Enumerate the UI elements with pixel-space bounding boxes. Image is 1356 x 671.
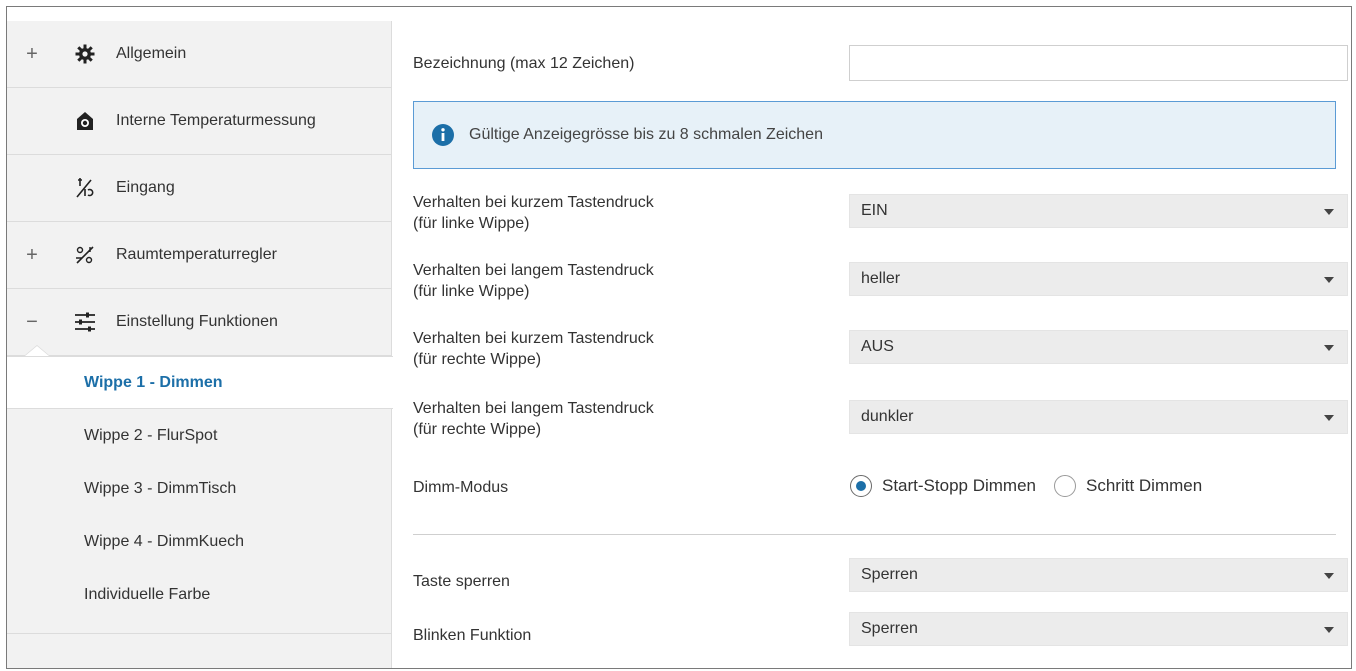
setting-label: Verhalten bei langem Tastendruck (für rec… [413,400,654,438]
setting-row-long-left: Verhalten bei langem Tastendruck (für lin… [413,257,1351,301]
chevron-down-icon [1324,209,1334,215]
setting-row-long-right: Verhalten bei langem Tastendruck (für rec… [413,395,1351,439]
lock-key-label: Taste sperren [413,573,510,590]
dimm-mode-row: Dimm-Modus Start-Stopp Dimmen Schritt Di… [413,467,1351,507]
lock-key-row: Taste sperren Sperren [413,558,1351,602]
info-icon [432,124,454,146]
short-press-right-select[interactable]: AUS [849,330,1348,364]
name-row: Bezeichnung (max 12 Zeichen) [413,43,1351,83]
thermometer-house-icon [73,109,97,133]
radio-schritt[interactable]: Schritt Dimmen [1054,475,1202,497]
sidebar-item-label: Raumtemperaturregler [116,246,277,263]
blink-select[interactable]: Sperren [849,612,1348,646]
dimm-mode-radio-group: Start-Stopp Dimmen Schritt Dimmen [850,475,1220,497]
sidebar: + Allgemein Interne Temperaturmessung Ei… [7,21,393,668]
sidebar-subitem-individuelle-farbe[interactable]: Individuelle Farbe [7,568,391,621]
sidebar-divider [7,633,391,634]
chevron-down-icon [1324,345,1334,351]
expand-icon[interactable]: + [24,245,40,265]
info-text: Gültige Anzeigegrösse bis zu 8 schmalen … [469,126,823,143]
setting-label: Verhalten bei langem Tastendruck (für lin… [413,262,654,300]
lock-key-select[interactable]: Sperren [849,558,1348,592]
sidebar-subitem-wippe-1[interactable]: Wippe 1 - Dimmen [7,356,393,409]
sidebar-item-eingang[interactable]: Eingang [7,155,391,222]
sidebar-item-einstellung-funktionen[interactable]: − Einstellung Funktionen [7,289,391,356]
room-temperature-icon [73,243,97,267]
sliders-icon [73,310,97,334]
setting-label: Verhalten bei kurzem Tastendruck (für lin… [413,194,654,232]
radio-start-stopp[interactable]: Start-Stopp Dimmen [850,475,1036,497]
sidebar-subitem-wippe-3[interactable]: Wippe 3 - DimmTisch [7,462,391,515]
blink-label: Blinken Funktion [413,627,532,644]
radio-circle-selected[interactable] [850,475,872,497]
sidebar-item-label: Eingang [116,179,175,196]
main-panel: Bezeichnung (max 12 Zeichen) Gültige Anz… [393,21,1351,668]
setting-row-short-right: Verhalten bei kurzem Tastendruck (für rec… [413,325,1351,369]
chevron-down-icon [1324,277,1334,283]
expand-icon[interactable]: + [24,44,40,64]
chevron-down-icon [1324,415,1334,421]
long-press-left-select[interactable]: heller [849,262,1348,296]
sidebar-item-label: Interne Temperaturmessung [116,112,316,129]
setting-label: Verhalten bei kurzem Tastendruck (für rec… [413,330,654,368]
name-label: Bezeichnung (max 12 Zeichen) [413,55,635,72]
chevron-down-icon [1324,573,1334,579]
dimm-mode-label: Dimm-Modus [413,479,509,496]
section-divider [413,534,1336,535]
sidebar-item-label: Allgemein [116,45,187,62]
input-icon [73,176,97,200]
long-press-right-select[interactable]: dunkler [849,400,1348,434]
collapse-icon[interactable]: − [24,312,40,332]
sidebar-sub-list: Wippe 1 - Dimmen Wippe 2 - FlurSpot Wipp… [7,356,393,634]
setting-row-short-left: Verhalten bei kurzem Tastendruck (für lin… [413,189,1351,233]
sidebar-item-raumtemperaturregler[interactable]: + Raumtemperaturregler [7,222,391,289]
info-box: Gültige Anzeigegrösse bis zu 8 schmalen … [413,101,1336,169]
sidebar-item-label: Einstellung Funktionen [116,313,278,330]
sidebar-subitem-wippe-4[interactable]: Wippe 4 - DimmKuech [7,515,391,568]
sidebar-item-allgemein[interactable]: + Allgemein [7,21,391,88]
window-frame: + Allgemein Interne Temperaturmessung Ei… [6,6,1352,669]
sidebar-item-interne-temperaturmessung[interactable]: Interne Temperaturmessung [7,88,391,155]
short-press-left-select[interactable]: EIN [849,194,1348,228]
sidebar-subitem-wippe-2[interactable]: Wippe 2 - FlurSpot [7,409,391,462]
gear-icon [73,42,97,66]
name-input[interactable] [849,45,1348,81]
blink-row: Blinken Funktion Sperren [413,612,1351,656]
chevron-down-icon [1324,627,1334,633]
radio-circle[interactable] [1054,475,1076,497]
